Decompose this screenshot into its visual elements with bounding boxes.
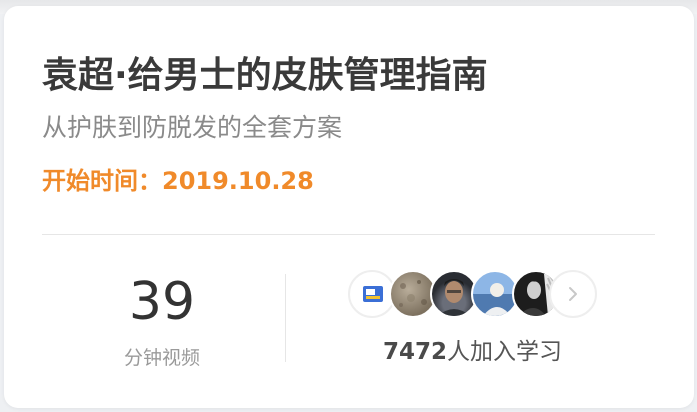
start-time-label: 开始时间： xyxy=(42,167,162,195)
course-title: 袁超·给男士的皮肤管理指南 xyxy=(42,55,488,96)
start-time-value: 2019.10.28 xyxy=(162,167,314,195)
stats-divider xyxy=(285,274,286,362)
more-learners-button[interactable] xyxy=(549,270,597,318)
learners-count-text: 7472人加入学习 xyxy=(348,339,597,365)
learners-count-suffix: 人加入学习 xyxy=(447,339,562,365)
duration-label: 分钟视频 xyxy=(123,347,200,369)
start-time-row: 开始时间：2019.10.28 xyxy=(42,167,314,195)
chevron-right-icon xyxy=(569,287,577,301)
duration-value: 39 xyxy=(128,272,196,332)
learners-count: 7472 xyxy=(382,339,447,365)
course-info-card: 袁超·给男士的皮肤管理指南 从护肤到防脱发的全套方案 开始时间：2019.10.… xyxy=(4,6,694,408)
course-subtitle: 从护肤到防脱发的全套方案 xyxy=(42,113,343,142)
section-divider xyxy=(42,234,655,235)
